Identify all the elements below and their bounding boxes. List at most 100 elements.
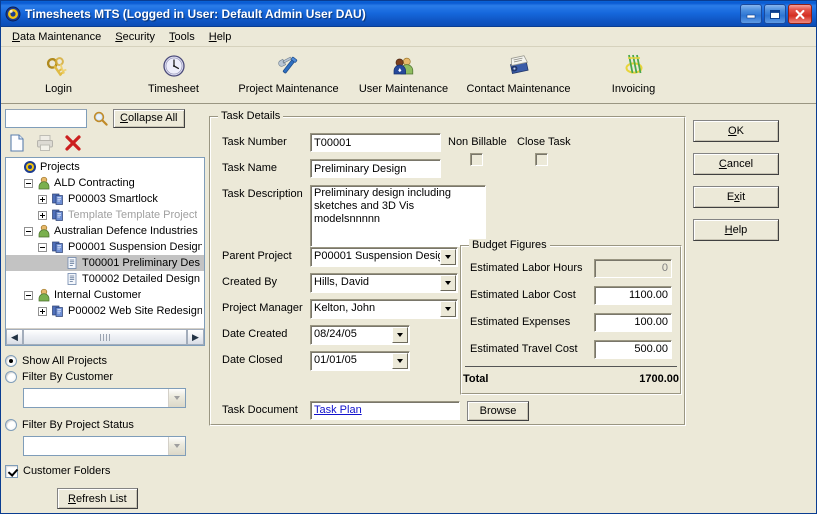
toolbar-invoicing[interactable]: Invoicing [576,51,691,95]
delete-icon[interactable] [61,132,85,154]
toolbar-project-maintenance[interactable]: Project Maintenance [231,51,346,95]
tree-node[interactable]: P00002 Web Site Redesign [6,303,204,319]
projects-tree[interactable]: Projects ALD Contracting P00003 Smartlock T… [5,157,205,346]
task-document-link[interactable]: Task Plan [314,404,362,416]
collapse-icon[interactable] [24,226,33,236]
tree-node-label: T00002 Detailed Design [82,273,201,285]
radio-show-all-projects[interactable]: Show All Projects [5,353,205,369]
tree-node[interactable]: P00001 Suspension Design [6,239,204,255]
non-billable-checkbox[interactable] [470,153,483,166]
help-button[interactable]: Help [693,219,779,241]
scroll-thumb[interactable] [23,329,187,345]
maximize-icon[interactable] [764,4,786,24]
action-buttons: OK Cancel Exit Help [686,108,786,509]
collapse-icon[interactable] [24,290,33,300]
menu-security[interactable]: Security [108,29,162,45]
checkbox-indicator [5,464,18,478]
tree-node[interactable]: T00002 Detailed Design [6,271,204,287]
tree-node[interactable]: P00003 Smartlock [6,191,204,207]
client-area: Collapse All Projects ALD Contracting P0… [1,104,816,513]
tree-node[interactable]: Projects [6,159,204,175]
clock-icon [161,51,187,81]
menu-data-maintenance[interactable]: DData Maintenanceata Maintenance [5,29,108,45]
chevron-down-icon[interactable] [392,353,408,369]
project-status-filter-combo[interactable] [23,436,186,456]
checkbox-customer-folders[interactable]: Customer Folders [5,463,205,479]
project-icon [50,192,66,206]
parent-project-combo[interactable]: P00001 Suspension Design [310,247,458,267]
chevron-down-icon[interactable] [440,275,456,291]
checkbox-customer-folders-label: Customer Folders [23,465,111,477]
chevron-down-icon[interactable] [168,389,185,407]
tree-node[interactable]: ALD Contracting [6,175,204,191]
tree-node-label: P00002 Web Site Redesign [68,305,202,317]
expand-icon[interactable] [38,210,47,220]
project-manager-combo[interactable]: Kelton, John [310,299,458,319]
toolbar-timesheet[interactable]: Timesheet [116,51,231,95]
toolbar-user-maintenance[interactable]: User Maintenance [346,51,461,95]
customer-filter-combo[interactable] [23,388,186,408]
toolbar-login[interactable]: Login [1,51,116,95]
created-by-combo[interactable]: Hills, David [310,273,458,293]
tree-node[interactable]: Template Template Project [6,207,204,223]
menu-bar: DData Maintenanceata Maintenance Securit… [1,27,816,47]
task-name-input[interactable] [310,159,441,178]
scroll-right-arrow[interactable]: ▶ [187,329,204,345]
tools-icon [276,51,302,81]
budget-row-input[interactable] [594,312,672,332]
chevron-down-icon[interactable] [440,301,456,317]
menu-tools[interactable]: Tools [162,29,202,45]
refresh-list-button[interactable]: Refresh List [57,488,138,509]
date-closed-value: 01/01/05 [314,354,357,366]
application-window: Timesheets MTS (Logged in User: Default … [0,0,817,514]
task-number-input[interactable] [310,133,441,152]
ok-button[interactable]: OK [693,120,779,142]
expand-icon[interactable] [38,194,47,204]
minimize-icon[interactable] [740,4,762,24]
tree-horizontal-scrollbar[interactable]: ◀ ▶ [6,328,204,345]
chevron-down-icon[interactable] [168,437,185,455]
tree-node-label: Projects [40,161,80,173]
customer-icon [36,224,52,238]
radio-filter-by-project-status[interactable]: Filter By Project Status [5,417,205,433]
scroll-track[interactable] [23,329,187,345]
task-description-label: Task Description [222,188,303,200]
exit-button[interactable]: Exit [693,186,779,208]
collapse-icon[interactable] [38,242,47,252]
close-icon[interactable] [788,4,812,24]
tree-node[interactable]: Australian Defence Industries [6,223,204,239]
cancel-button[interactable]: Cancel [693,153,779,175]
menu-help[interactable]: Help [202,29,239,45]
browse-button[interactable]: Browse [467,401,529,421]
tree-node[interactable]: Internal Customer [6,287,204,303]
scroll-left-arrow[interactable]: ◀ [6,329,23,345]
close-task-checkbox[interactable] [535,153,548,166]
customer-icon [36,288,52,302]
new-icon[interactable] [5,132,29,154]
collapse-all-button[interactable]: Collapse All [113,108,185,128]
search-input[interactable] [5,108,87,128]
budget-rows: Estimated Labor Hours Estimated Labor Cos… [461,246,681,359]
tree-node[interactable]: T00001 Preliminary Des [6,255,204,271]
collapse-icon[interactable] [24,178,33,188]
budget-row-input[interactable] [594,339,672,359]
budget-figures-title: Budget Figures [469,239,550,251]
expand-icon[interactable] [38,306,47,316]
magnifier-icon[interactable] [90,109,110,128]
print-icon[interactable] [33,132,57,154]
chevron-down-icon[interactable] [392,327,408,343]
title-bar: Timesheets MTS (Logged in User: Default … [1,1,816,27]
task-description-textarea[interactable]: Preliminary design including sketches an… [310,185,486,247]
radio-filter-by-project-status-label: Filter By Project Status [22,419,134,431]
tree-node-label: P00001 Suspension Design [68,241,202,253]
date-created-picker[interactable]: 08/24/05 [310,325,410,345]
tree-list: Projects ALD Contracting P00003 Smartlock T… [6,158,204,328]
radio-filter-by-customer[interactable]: Filter By Customer [5,369,205,385]
budget-row-input[interactable] [594,285,672,305]
date-closed-picker[interactable]: 01/01/05 [310,351,410,371]
chevron-down-icon[interactable] [440,249,456,265]
task-document-field[interactable]: Task Plan [310,401,460,420]
radio-indicator [5,371,17,383]
toolbar-contact-maintenance[interactable]: Contact Maintenance [461,51,576,95]
